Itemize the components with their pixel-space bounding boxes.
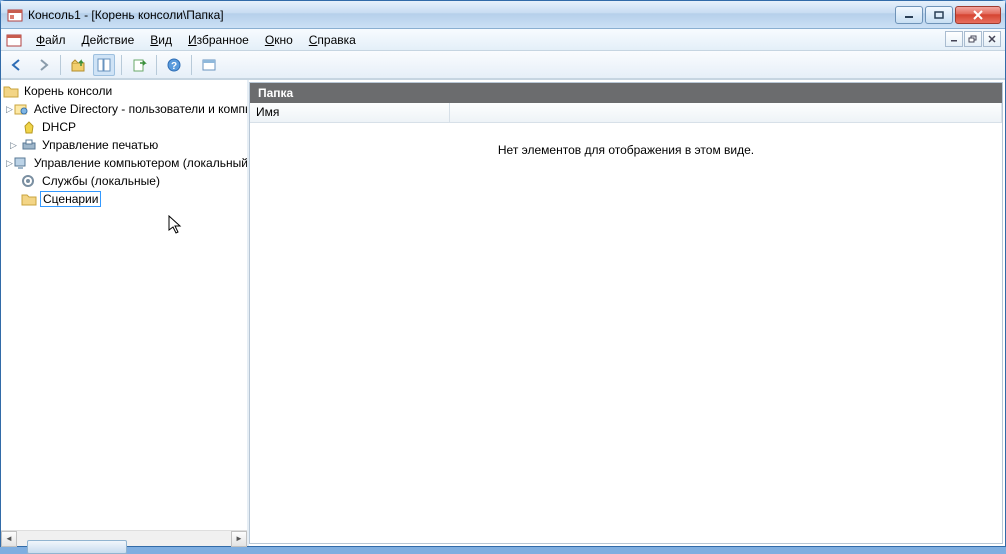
menu-app-icon	[6, 32, 22, 48]
menu-file[interactable]: Файл	[28, 31, 74, 49]
show-tree-button[interactable]	[93, 54, 115, 76]
up-folder-button[interactable]	[67, 54, 89, 76]
folder-icon	[3, 83, 19, 99]
menu-action[interactable]: Действие	[74, 31, 143, 49]
main-window: Консоль1 - [Корень консоли\Папка] Файл Д…	[0, 0, 1006, 547]
pane-title: Папка	[258, 86, 293, 100]
svg-text:?: ?	[171, 61, 177, 72]
tree-view[interactable]: Корень консоли ▷ Active Directory - поль…	[1, 80, 247, 530]
expander-icon[interactable]: ▷	[6, 104, 13, 115]
toolbar-separator	[60, 55, 61, 75]
tree-item-computer-mgmt[interactable]: ▷ Управление компьютером (локальный)	[3, 154, 247, 172]
back-button[interactable]	[6, 54, 28, 76]
new-window-button[interactable]	[198, 54, 220, 76]
tree-node-label: DHCP	[40, 119, 78, 135]
toolbar-separator	[121, 55, 122, 75]
menu-favorites[interactable]: Избранное	[180, 31, 257, 49]
gear-icon	[21, 173, 37, 189]
menu-view[interactable]: Вид	[142, 31, 180, 49]
scroll-left-button[interactable]: ◄	[1, 531, 17, 547]
scroll-right-button[interactable]: ►	[231, 531, 247, 547]
tree-node-label: Active Directory - пользователи и компью…	[32, 101, 247, 117]
tree-node-label: Управление компьютером (локальный)	[32, 155, 247, 171]
mdi-restore-button[interactable]	[964, 31, 982, 47]
folder-icon	[21, 191, 37, 207]
tree-node-label: Службы (локальные)	[40, 173, 162, 189]
column-header-row: Имя	[250, 103, 1002, 123]
mdi-close-button[interactable]	[983, 31, 1001, 47]
close-button[interactable]	[955, 6, 1001, 24]
tree-item-ad[interactable]: ▷ Active Directory - пользователи и комп…	[3, 100, 247, 118]
tree-item-services[interactable]: Службы (локальные)	[3, 172, 247, 190]
tree-root[interactable]: Корень консоли	[3, 82, 247, 100]
export-button[interactable]	[128, 54, 150, 76]
minimize-button[interactable]	[895, 6, 923, 24]
horizontal-scrollbar[interactable]: ◄ ►	[1, 530, 247, 546]
empty-list-message: Нет элементов для отображения в этом вид…	[250, 123, 1002, 157]
column-header-spacer[interactable]	[450, 103, 1002, 122]
window-title: Консоль1 - [Корень консоли\Папка]	[28, 8, 895, 22]
expander-icon[interactable]: ▷	[6, 158, 13, 169]
dhcp-icon	[21, 119, 37, 135]
ad-icon	[13, 101, 29, 117]
menu-window[interactable]: Окно	[257, 31, 301, 49]
titlebar: Консоль1 - [Корень консоли\Папка]	[1, 1, 1005, 29]
menubar: Файл Действие Вид Избранное Окно Справка	[1, 29, 1005, 51]
column-header-name[interactable]: Имя	[250, 103, 450, 122]
maximize-button[interactable]	[925, 6, 953, 24]
tree-node-label: Корень консоли	[22, 83, 114, 99]
toolbar-separator	[191, 55, 192, 75]
expander-icon[interactable]: ▷	[6, 140, 21, 151]
printer-icon	[21, 137, 37, 153]
mdi-minimize-button[interactable]	[945, 31, 963, 47]
menu-help[interactable]: Справка	[301, 31, 364, 49]
tree-item-dhcp[interactable]: DHCP	[3, 118, 247, 136]
computer-icon	[13, 155, 29, 171]
tree-item-print[interactable]: ▷ Управление печатью	[3, 136, 247, 154]
tree-node-label: Управление печатью	[40, 137, 160, 153]
toolbar: ?	[1, 51, 1005, 79]
tree-pane: Корень консоли ▷ Active Directory - поль…	[1, 80, 249, 546]
rename-input[interactable]: Сценарии	[40, 191, 101, 207]
forward-button[interactable]	[32, 54, 54, 76]
content-area: Корень консоли ▷ Active Directory - поль…	[1, 79, 1005, 546]
pane-header: Папка	[250, 83, 1002, 103]
help-button[interactable]: ?	[163, 54, 185, 76]
tree-item-scenarios[interactable]: Сценарии	[3, 190, 247, 208]
details-pane: Папка Имя Нет элементов для отображения …	[249, 82, 1003, 544]
toolbar-separator	[156, 55, 157, 75]
app-icon	[7, 7, 23, 23]
